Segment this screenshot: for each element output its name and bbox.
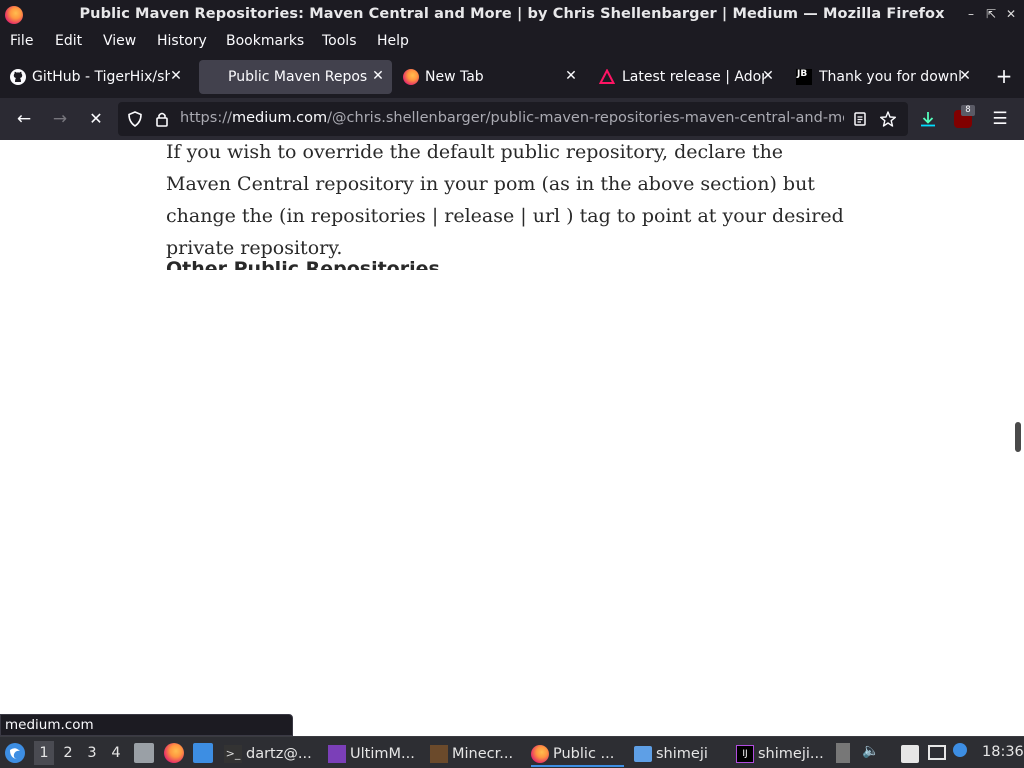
menu-history[interactable]: History bbox=[157, 33, 207, 49]
file-manager-launcher-icon[interactable] bbox=[134, 743, 154, 763]
desktop-launcher-icon[interactable] bbox=[193, 743, 213, 763]
tab-label: Public Maven Repositories bbox=[228, 69, 368, 85]
tab-label: GitHub - TigerHix/shimeji bbox=[32, 69, 170, 85]
taskbar-app-shimeji-folder[interactable]: shimeji bbox=[634, 741, 708, 767]
tab-label: Thank you for downloading bbox=[819, 69, 961, 85]
workspace-1[interactable]: 1 bbox=[34, 741, 54, 765]
forward-button[interactable]: → bbox=[48, 107, 72, 131]
downloads-icon[interactable] bbox=[918, 109, 938, 129]
minecraft-icon bbox=[430, 745, 448, 763]
lock-icon[interactable] bbox=[153, 110, 171, 128]
taskbar-app-intellij[interactable]: IJ shimeji... bbox=[736, 741, 824, 767]
menu-help[interactable]: Help bbox=[377, 33, 409, 49]
bookmark-star-icon[interactable] bbox=[879, 110, 897, 128]
close-tab-icon[interactable]: ✕ bbox=[563, 68, 579, 84]
extension-badge: 8 bbox=[961, 105, 975, 116]
menu-tools[interactable]: Tools bbox=[322, 33, 357, 49]
network-icon[interactable] bbox=[928, 745, 946, 760]
url-domain: medium.com bbox=[231, 110, 328, 126]
clock[interactable]: 18:36 bbox=[982, 744, 1024, 760]
back-button[interactable]: ← bbox=[12, 107, 36, 131]
tab-bar: GitHub - TigerHix/shimeji ✕ Public Maven… bbox=[0, 56, 1024, 98]
volume-icon[interactable]: 🔈 bbox=[862, 743, 882, 763]
taskbar-app-label: Public ... bbox=[553, 746, 615, 762]
url-text[interactable]: https://medium.com/@chris.shellenbarger/… bbox=[180, 110, 844, 126]
page-content: If you wish to override the default publ… bbox=[0, 140, 1012, 736]
stop-loading-button[interactable]: ✕ bbox=[84, 107, 108, 131]
close-icon[interactable]: ✕ bbox=[1002, 5, 1020, 23]
menu-bookmarks[interactable]: Bookmarks bbox=[226, 33, 304, 49]
firefox-launcher-icon[interactable] bbox=[164, 743, 184, 763]
ultimmc-icon bbox=[328, 745, 346, 763]
taskbar-app-label: dartz@... bbox=[246, 746, 312, 762]
firefox-icon bbox=[403, 69, 419, 85]
status-panel: medium.com bbox=[0, 714, 293, 736]
menu-view[interactable]: View bbox=[103, 33, 136, 49]
close-tab-icon[interactable]: ✕ bbox=[370, 68, 386, 84]
hamburger-menu-icon[interactable]: ☰ bbox=[988, 107, 1012, 131]
taskbar-app-label: UltimM... bbox=[350, 746, 415, 762]
workspace-3[interactable]: 3 bbox=[82, 741, 102, 765]
firefox-icon bbox=[531, 745, 549, 763]
tab-new-tab[interactable]: New Tab ✕ bbox=[397, 60, 589, 94]
terminal-icon: >_ bbox=[224, 745, 242, 763]
tab-label: New Tab bbox=[425, 69, 484, 85]
close-tab-icon[interactable]: ✕ bbox=[168, 68, 184, 84]
workspace-2[interactable]: 2 bbox=[58, 741, 78, 765]
github-icon bbox=[10, 69, 26, 85]
scrollbar[interactable] bbox=[1012, 140, 1024, 736]
menu-file[interactable]: File bbox=[10, 33, 33, 49]
tab-public-maven[interactable]: Public Maven Repositories ✕ bbox=[199, 60, 392, 94]
tray-expand-icon[interactable] bbox=[836, 743, 850, 763]
article-heading: Other Public Repositories bbox=[166, 258, 440, 270]
clipboard-icon[interactable] bbox=[901, 745, 919, 763]
notification-icon[interactable] bbox=[953, 743, 967, 757]
minimize-icon[interactable]: – bbox=[962, 5, 980, 23]
tab-adoptium[interactable]: Latest release | Adoptium ✕ bbox=[594, 60, 786, 94]
menu-bar: File Edit View History Bookmarks Tools H… bbox=[0, 30, 1024, 56]
taskbar-app-terminal[interactable]: >_ dartz@... bbox=[224, 741, 312, 767]
restore-icon[interactable]: ⇱ bbox=[982, 5, 1000, 23]
taskbar: 1 2 3 4 >_ dartz@... UltimM... Minecr... … bbox=[0, 736, 1024, 768]
taskbar-app-minecraft[interactable]: Minecr... bbox=[430, 741, 513, 767]
taskbar-app-firefox[interactable]: Public ... bbox=[531, 741, 624, 767]
menu-edit[interactable]: Edit bbox=[55, 33, 82, 49]
intellij-icon: IJ bbox=[736, 745, 754, 763]
tab-label: Latest release | Adoptium bbox=[622, 69, 764, 85]
article-paragraph: If you wish to override the default publ… bbox=[166, 141, 844, 259]
reader-view-icon[interactable] bbox=[851, 110, 869, 128]
close-tab-icon[interactable]: ✕ bbox=[760, 68, 776, 84]
start-menu-icon[interactable] bbox=[4, 742, 26, 764]
taskbar-app-label: shimeji... bbox=[758, 746, 824, 762]
taskbar-app-label: shimeji bbox=[656, 746, 708, 762]
window-title: Public Maven Repositories: Maven Central… bbox=[79, 6, 945, 22]
workspace-4[interactable]: 4 bbox=[106, 741, 126, 765]
new-tab-button[interactable]: + bbox=[993, 64, 1015, 88]
jetbrains-icon: JB bbox=[796, 69, 812, 85]
scrollbar-thumb[interactable] bbox=[1015, 422, 1021, 452]
window-titlebar: Public Maven Repositories: Maven Central… bbox=[0, 0, 1024, 30]
taskbar-app-label: Minecr... bbox=[452, 746, 514, 762]
folder-icon bbox=[634, 746, 652, 762]
close-tab-icon[interactable]: ✕ bbox=[957, 68, 973, 84]
tab-jetbrains[interactable]: JB Thank you for downloading ✕ bbox=[791, 60, 983, 94]
tab-github[interactable]: GitHub - TigerHix/shimeji ✕ bbox=[2, 60, 194, 94]
url-bar[interactable]: https://medium.com/@chris.shellenbarger/… bbox=[118, 102, 908, 136]
url-prefix: https:// bbox=[180, 110, 232, 126]
shield-icon[interactable] bbox=[126, 110, 144, 128]
adoptium-icon bbox=[599, 69, 615, 84]
url-path: /@chris.shellenbarger/public-maven-repos… bbox=[327, 110, 844, 126]
taskbar-app-ultimmc[interactable]: UltimM... bbox=[328, 741, 415, 767]
